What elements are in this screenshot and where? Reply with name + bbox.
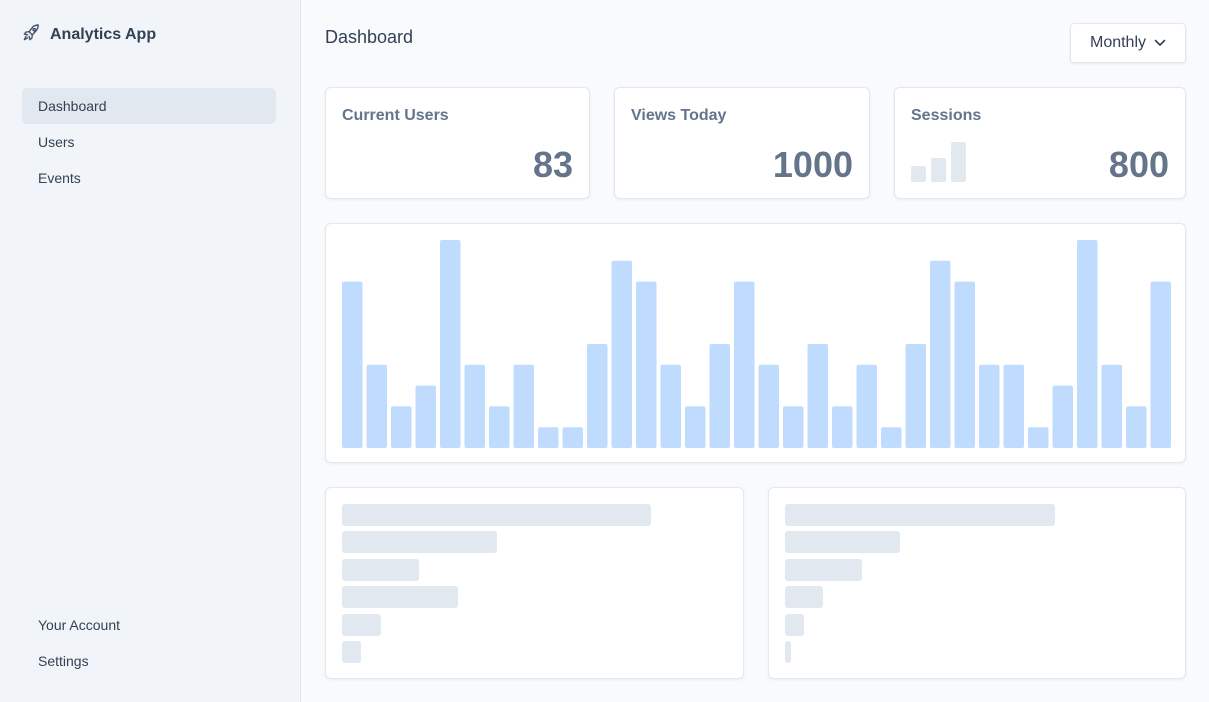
chart-bar [905,344,926,448]
stat-card-current-users: Current Users 83 [325,87,590,199]
chevron-down-icon [1154,34,1166,52]
secondary-nav: Your Account Settings [22,607,276,679]
sparkline-bar [951,142,966,182]
chart-bar [342,281,363,448]
sidebar-item-label: Events [38,170,81,186]
sidebar: Analytics App Dashboard Users Events You… [0,0,301,702]
sparkline-bar [911,166,926,182]
chart-bar [685,406,706,448]
chart-bar [538,427,559,448]
list-placeholder-bar [785,641,791,663]
chart-bar [1150,281,1171,448]
chart-bar [734,281,755,448]
chart-bar [1077,240,1098,448]
sidebar-item-settings[interactable]: Settings [22,643,276,679]
chart-bar [1126,406,1147,448]
list-card-left [325,487,744,679]
list-placeholder-bar [342,558,420,581]
chart-bar [660,364,681,448]
chart-bar [391,406,412,448]
chart-bar [709,344,730,448]
stat-label: Current Users [342,107,449,124]
chart-bar [562,427,583,448]
chart-bar [636,281,657,448]
list-placeholder-bar [785,613,804,636]
chart-bar [758,364,779,448]
list-placeholder-bar [342,504,651,526]
sidebar-item-events[interactable]: Events [22,160,276,196]
chart-bar [513,364,534,448]
sidebar-item-label: Settings [38,653,89,669]
sidebar-item-label: Dashboard [38,98,107,114]
period-select-value: Monthly [1089,34,1147,51]
chart-bar [464,364,485,448]
chart-bar [930,260,951,448]
page-title: Dashboard [325,27,414,47]
chart-bar [881,427,902,448]
sidebar-item-users[interactable]: Users [22,124,276,160]
app-title: Analytics App [50,26,157,43]
stat-card-sessions: Sessions 800 [894,87,1186,199]
sidebar-item-label: Users [38,134,75,150]
list-placeholder-bar [785,558,862,581]
sidebar-item-dashboard[interactable]: Dashboard [22,88,276,124]
chart-bar [366,364,387,448]
list-placeholder-bar [785,586,823,609]
chart-bar [489,406,510,448]
chart-bar [832,406,853,448]
list-placeholder-bar [342,613,381,636]
list-placeholder-bar [785,531,900,554]
chart-bar [1101,364,1122,448]
chart-bar [954,281,975,448]
stat-value: 1000 [772,144,853,185]
stat-value: 83 [532,144,573,185]
period-select[interactable]: Monthly [1070,23,1186,63]
rocket-icon [22,23,41,47]
sparkline-bar [931,158,946,182]
chart-bar [783,406,804,448]
list-placeholder-bar [342,641,362,663]
chart-bar [807,344,828,448]
stat-card-views-today: Views Today 1000 [614,87,870,199]
app-brand[interactable]: Analytics App [22,24,156,46]
list-card-right [768,487,1186,679]
chart-bar [440,240,461,448]
main-nav: Dashboard Users Events [22,88,276,196]
list-placeholder-bar [342,531,497,554]
list-placeholder-bar [342,586,458,609]
list-placeholder-bar [785,504,1055,526]
chart-bar [979,364,1000,448]
sidebar-item-label: Your Account [38,617,120,633]
stat-value: 800 [1108,144,1169,185]
bar-chart-card [325,223,1186,463]
stat-label: Views Today [631,107,727,124]
bar-chart [342,240,1171,448]
sidebar-item-your-account[interactable]: Your Account [22,607,276,643]
stat-label: Sessions [911,107,982,124]
chart-bar [1052,385,1073,448]
chart-bar [415,385,436,448]
main-content: Dashboard Monthly Current Users 83 Views… [301,0,1209,702]
chart-bar [611,260,632,448]
chart-bar [856,364,877,448]
chart-bar [1028,427,1049,448]
chart-bar [1003,364,1024,448]
chart-bar [587,344,608,448]
